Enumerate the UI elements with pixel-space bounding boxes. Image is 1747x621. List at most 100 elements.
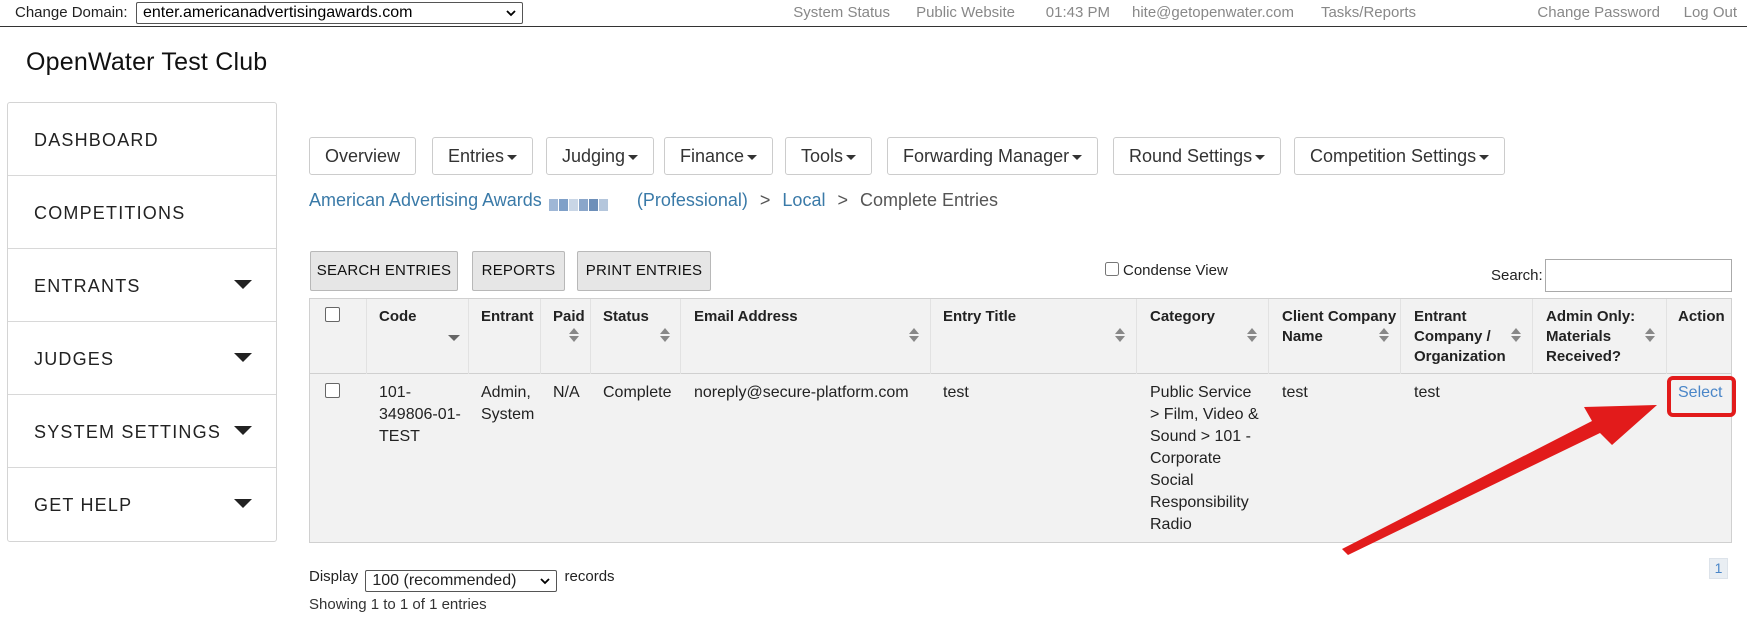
select-all-checkbox[interactable] xyxy=(325,307,340,322)
column-header-admin-materials[interactable]: Admin Only: Materials Received? xyxy=(1546,307,1635,367)
search-input[interactable] xyxy=(1545,259,1732,292)
public-website-link[interactable]: Public Website xyxy=(916,4,1015,21)
finance-button-label: Finance xyxy=(680,146,745,166)
breadcrumb: American Advertising Awards (Professiona… xyxy=(309,190,998,212)
sidebar-item-label: GET HELP xyxy=(34,495,133,515)
overview-button-label: Overview xyxy=(325,146,401,166)
header-line: Materials xyxy=(1546,328,1612,345)
cell-email: noreply@secure-platform.com xyxy=(694,384,909,401)
sidebar-item-dashboard[interactable]: DASHBOARD xyxy=(8,103,276,176)
records-per-page-select[interactable]: 100 (recommended) xyxy=(365,570,558,592)
sidebar-item-system-settings[interactable]: SYSTEM SETTINGS xyxy=(8,395,276,468)
tools-menu-button[interactable]: Tools xyxy=(785,137,873,175)
dropdown-caret-icon xyxy=(747,154,758,160)
domain-select[interactable]: enter.americanadvertisingawards.com xyxy=(136,2,523,24)
cell-line: System xyxy=(481,406,535,423)
breadcrumb-program-link[interactable]: (Professional) xyxy=(637,190,748,210)
user-email-link[interactable]: hite@getopenwater.com xyxy=(1132,4,1294,21)
finance-menu-button[interactable]: Finance xyxy=(664,137,774,175)
sort-icon[interactable] xyxy=(1379,328,1390,343)
sort-icon[interactable] xyxy=(569,328,580,343)
header-line: Admin Only: xyxy=(1546,308,1636,325)
cell-line: Responsibility xyxy=(1150,494,1249,511)
column-header-entrant[interactable]: Entrant xyxy=(481,307,534,327)
cell-line: Sound > 101 - xyxy=(1150,428,1251,445)
sidebar-item-label: DASHBOARD xyxy=(34,130,159,150)
sidebar-item-label: SYSTEM SETTINGS xyxy=(34,422,222,442)
condense-view-label: Condense View xyxy=(1123,262,1228,279)
cell-line: > Film, Video & xyxy=(1150,406,1259,423)
cell-entry-title: test xyxy=(943,384,969,401)
column-header-status[interactable]: Status xyxy=(603,307,649,327)
column-header-email[interactable]: Email Address xyxy=(694,307,798,327)
cell-line: 349806-01- xyxy=(379,406,461,423)
sort-icon[interactable] xyxy=(1511,328,1522,343)
expand-triangle-icon xyxy=(234,499,252,508)
sort-icon[interactable] xyxy=(1115,328,1126,343)
display-label: Display xyxy=(309,568,359,585)
sort-icon[interactable] xyxy=(660,328,671,343)
column-header-paid[interactable]: Paid xyxy=(553,307,585,327)
cell-entrant: Admin, System xyxy=(481,382,534,426)
row-select-checkbox[interactable] xyxy=(325,383,340,398)
condense-view-checkbox[interactable] xyxy=(1105,262,1119,276)
header-line: Organization xyxy=(1414,348,1506,365)
search-entries-button[interactable]: SEARCH ENTRIES xyxy=(310,251,458,291)
sidebar-item-label: ENTRANTS xyxy=(34,276,141,296)
round-settings-button-label: Round Settings xyxy=(1129,146,1253,166)
condense-view-toggle[interactable]: Condense View xyxy=(1105,262,1228,279)
sort-descending-icon[interactable] xyxy=(448,335,460,341)
display-records-control: Display 100 (recommended) records xyxy=(309,568,615,592)
expand-triangle-icon xyxy=(234,426,252,435)
cell-status: Complete xyxy=(603,384,672,401)
dropdown-caret-icon xyxy=(1072,154,1083,160)
change-password-link[interactable]: Change Password xyxy=(1537,4,1660,21)
records-label: records xyxy=(564,568,615,585)
search-label: Search: xyxy=(1491,267,1543,284)
entries-menu-button[interactable]: Entries xyxy=(432,137,534,175)
tasks-reports-link[interactable]: Tasks/Reports xyxy=(1321,4,1416,21)
dropdown-caret-icon xyxy=(1255,154,1266,160)
change-domain-label: Change Domain: xyxy=(15,4,128,21)
sidebar-item-competitions[interactable]: COMPETITIONS xyxy=(8,176,276,249)
judging-menu-button[interactable]: Judging xyxy=(546,137,655,175)
sidebar-item-get-help[interactable]: GET HELP xyxy=(8,468,276,541)
expand-triangle-icon xyxy=(234,353,252,362)
system-status-link[interactable]: System Status xyxy=(793,4,890,21)
cell-line: Public Service xyxy=(1150,384,1252,401)
chevron-down-icon xyxy=(506,10,516,17)
breadcrumb-competition-link[interactable]: American Advertising Awards xyxy=(309,190,542,210)
header-line: Entrant xyxy=(1414,308,1467,325)
sort-icon[interactable] xyxy=(909,328,920,343)
breadcrumb-separator: > xyxy=(837,190,848,210)
overview-button[interactable]: Overview xyxy=(309,137,417,175)
sort-icon[interactable] xyxy=(1645,328,1656,343)
column-header-entrant-company[interactable]: Entrant Company / Organization xyxy=(1414,307,1506,367)
expand-triangle-icon xyxy=(234,280,252,289)
sort-icon[interactable] xyxy=(1247,328,1258,343)
dropdown-caret-icon xyxy=(628,154,639,160)
sidebar: DASHBOARD COMPETITIONS ENTRANTS JUDGES S… xyxy=(7,102,277,542)
reports-button[interactable]: REPORTS xyxy=(472,251,565,291)
forwarding-manager-menu-button[interactable]: Forwarding Manager xyxy=(887,137,1099,175)
breadcrumb-level-link[interactable]: Local xyxy=(782,190,825,210)
sidebar-item-judges[interactable]: JUDGES xyxy=(8,322,276,395)
tools-button-label: Tools xyxy=(801,146,844,166)
top-bar: Change Domain: enter.americanadvertising… xyxy=(0,0,1747,27)
round-settings-menu-button[interactable]: Round Settings xyxy=(1113,137,1282,175)
cell-category: Public Service > Film, Video & Sound > 1… xyxy=(1150,382,1259,536)
column-header-code[interactable]: Code xyxy=(379,307,417,327)
cell-line: Radio xyxy=(1150,516,1192,533)
sidebar-item-label: COMPETITIONS xyxy=(34,203,186,223)
competition-settings-menu-button[interactable]: Competition Settings xyxy=(1294,137,1506,175)
column-header-entry-title[interactable]: Entry Title xyxy=(943,307,1016,327)
print-entries-button[interactable]: PRINT ENTRIES xyxy=(577,251,711,291)
entries-button-label: Entries xyxy=(448,146,505,166)
sidebar-item-entrants[interactable]: ENTRANTS xyxy=(8,249,276,322)
column-header-action: Action xyxy=(1678,308,1725,325)
log-out-link[interactable]: Log Out xyxy=(1684,4,1737,21)
column-header-category[interactable]: Category xyxy=(1150,307,1215,327)
forwarding-button-label: Forwarding Manager xyxy=(903,146,1070,166)
pagination-page-1[interactable]: 1 xyxy=(1709,558,1728,579)
showing-entries-text: Showing 1 to 1 of 1 entries xyxy=(309,596,487,613)
